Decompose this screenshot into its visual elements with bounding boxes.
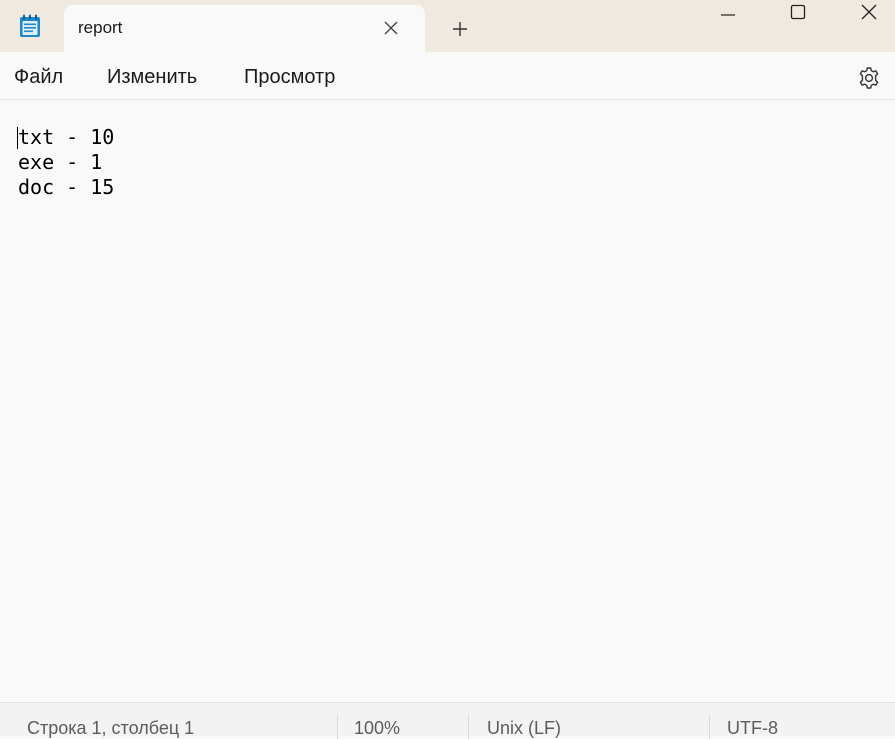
close-icon[interactable] bbox=[380, 17, 402, 39]
editor-content[interactable]: txt - 10 exe - 1 doc - 15 bbox=[18, 125, 114, 200]
window-close-icon[interactable] bbox=[839, 0, 895, 24]
text-caret bbox=[17, 127, 18, 149]
gear-icon[interactable] bbox=[855, 64, 883, 92]
menu-edit[interactable]: Изменить bbox=[107, 66, 197, 89]
menu-view[interactable]: Просмотр bbox=[244, 66, 335, 89]
maximize-icon[interactable] bbox=[768, 0, 828, 24]
menu-file[interactable]: Файл bbox=[14, 66, 63, 89]
title-bar: report bbox=[0, 0, 895, 52]
menu-bar: Файл Изменить Просмотр bbox=[0, 52, 895, 100]
status-divider bbox=[468, 715, 469, 739]
tab-report[interactable]: report bbox=[64, 5, 425, 52]
minimize-icon[interactable] bbox=[698, 0, 758, 24]
plus-icon[interactable] bbox=[448, 17, 472, 41]
status-divider bbox=[709, 715, 710, 739]
status-bar: Строка 1, столбец 1 100% Unix (LF) UTF-8 bbox=[0, 702, 895, 739]
status-divider bbox=[337, 715, 338, 739]
notepad-icon bbox=[19, 14, 41, 38]
tab-title: report bbox=[78, 18, 123, 37]
text-editor[interactable]: txt - 10 exe - 1 doc - 15 bbox=[0, 100, 895, 702]
